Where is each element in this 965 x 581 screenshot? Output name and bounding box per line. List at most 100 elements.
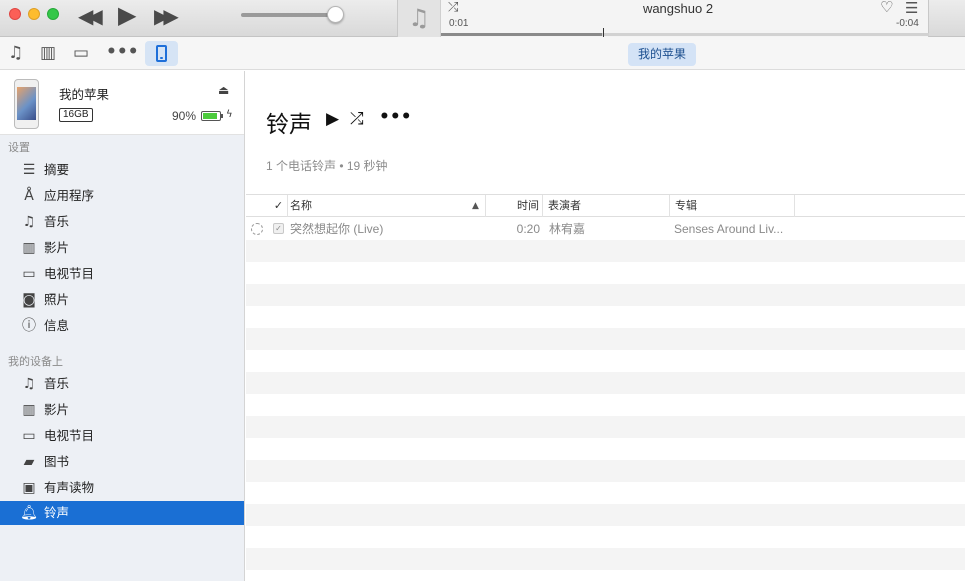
- sidebar-item-device-tv-shows[interactable]: ▭ 电视节目: [0, 424, 244, 448]
- play-icon[interactable]: ▶: [118, 1, 136, 29]
- sidebar-item-tv-shows[interactable]: ▭ 电视节目: [0, 262, 244, 286]
- charging-icon: ϟ: [226, 109, 233, 120]
- sidebar-item-label: 电视节目: [44, 429, 95, 443]
- playback-progress-fill: [441, 33, 603, 36]
- sidebar-item-label: 应用程序: [44, 189, 95, 203]
- zoom-window-button[interactable]: [47, 8, 59, 20]
- sidebar-item-device-music[interactable]: ♫ 音乐: [0, 372, 244, 396]
- empty-row: [246, 394, 965, 416]
- iphone-screen: [17, 87, 36, 120]
- summary-icon: ☰: [22, 162, 36, 178]
- table-row[interactable]: ✓ 突然想起你 (Live) 0:20 林宥嘉 Senses Around Li…: [246, 218, 965, 240]
- info-icon: ⓘ: [22, 318, 36, 334]
- apps-icon: Å: [24, 188, 34, 204]
- sidebar-item-device-ringtones[interactable]: 🔔︎ 铃声: [0, 501, 244, 525]
- device-name: 我的苹果: [59, 88, 110, 102]
- sidebar-item-label: 影片: [44, 403, 70, 417]
- row-checkbox[interactable]: ✓: [273, 223, 284, 234]
- film-icon: ▥: [22, 240, 36, 256]
- battery-fill: [203, 113, 217, 119]
- elapsed-time: 0:01: [449, 18, 469, 29]
- column-header-check[interactable]: ✓: [270, 195, 288, 217]
- minimize-window-button[interactable]: [28, 8, 40, 20]
- sidebar-item-label: 电视节目: [44, 267, 95, 281]
- fast-forward-icon[interactable]: ▶▶: [154, 4, 179, 28]
- film-icon[interactable]: ▥: [40, 43, 56, 63]
- close-window-button[interactable]: [9, 8, 21, 20]
- main-content: 铃声 ▶ ⤮ ••• 1 个电话铃声 • 19 秒钟 ✓ 名称 ▲ 时间 表演者…: [246, 71, 965, 581]
- empty-row: [246, 350, 965, 372]
- sidebar-item-movies[interactable]: ▥ 影片: [0, 236, 244, 260]
- camera-icon: ◙: [22, 292, 36, 308]
- library-toolbar: ♫ ▥ ▭ ••• 我的苹果: [0, 37, 965, 70]
- sidebar-item-apps[interactable]: Å 应用程序: [0, 184, 244, 208]
- now-playing-title: wangshuo 2: [642, 1, 714, 16]
- sidebar-item-summary[interactable]: ☰ 摘要: [0, 158, 244, 182]
- sidebar-item-music[interactable]: ♫ 音乐: [0, 210, 244, 234]
- shuffle-icon[interactable]: ⤮: [448, 0, 458, 15]
- sidebar-item-device-books[interactable]: ▰ 图书: [0, 450, 244, 474]
- column-header-album[interactable]: 专辑: [670, 195, 795, 217]
- music-note-icon[interactable]: ♫: [8, 43, 23, 63]
- playback-progress-bar[interactable]: [441, 33, 929, 36]
- music-note-icon: ♫: [22, 214, 36, 230]
- rewind-icon[interactable]: ◀◀: [78, 4, 103, 28]
- remaining-time: -0:04: [896, 18, 919, 29]
- eject-icon[interactable]: ⏏: [218, 83, 229, 97]
- heart-icon[interactable]: ♡: [880, 0, 893, 16]
- more-icon[interactable]: •••: [106, 42, 139, 62]
- empty-row: [246, 240, 965, 262]
- column-header-name[interactable]: 名称 ▲: [288, 195, 486, 217]
- music-note-icon: ♫: [398, 0, 441, 37]
- sidebar-item-label: 铃声: [44, 506, 70, 520]
- cell-album: Senses Around Liv...: [674, 222, 784, 236]
- volume-knob[interactable]: [327, 6, 344, 23]
- sidebar-item-device-audiobooks[interactable]: ▣ 有声读物: [0, 476, 244, 500]
- section-title-on-device: 我的设备上: [8, 356, 63, 368]
- device-button[interactable]: [145, 41, 178, 66]
- sidebar-item-label: 摘要: [44, 163, 70, 177]
- empty-row: [246, 482, 965, 504]
- cell-time: 0:20: [516, 222, 540, 236]
- sidebar-item-label: 音乐: [44, 377, 70, 391]
- table-header: ✓ 名称 ▲ 时间 表演者 专辑: [246, 194, 965, 217]
- empty-row: [246, 438, 965, 460]
- empty-row: [246, 306, 965, 328]
- column-header-artist[interactable]: 表演者: [543, 195, 670, 217]
- device-header[interactable]: 我的苹果 ⏏ 16GB 90% ϟ: [0, 71, 244, 135]
- play-icon[interactable]: ▶: [326, 109, 339, 129]
- empty-row: [246, 460, 965, 482]
- empty-row: [246, 416, 965, 438]
- sidebar-item-label: 影片: [44, 241, 70, 255]
- device-name-pill[interactable]: 我的苹果: [628, 43, 697, 66]
- more-icon[interactable]: •••: [379, 107, 412, 127]
- page-title: 铃声: [266, 111, 312, 137]
- battery-percent: 90%: [172, 109, 197, 123]
- sort-ascending-icon: ▲: [472, 201, 479, 211]
- up-next-icon[interactable]: ☰: [905, 0, 918, 17]
- battery-icon: [201, 111, 221, 121]
- column-header-time[interactable]: 时间: [486, 195, 543, 217]
- empty-row: [246, 504, 965, 526]
- iphone-image: [14, 79, 39, 129]
- volume-slider[interactable]: [241, 13, 336, 17]
- sidebar-item-photos[interactable]: ◙ 照片: [0, 288, 244, 312]
- empty-row: [246, 262, 965, 284]
- playhead[interactable]: [603, 28, 604, 37]
- capacity-badge: 16GB: [59, 108, 93, 122]
- column-header-name-label: 名称: [290, 200, 312, 212]
- tv-icon: ▭: [22, 266, 36, 282]
- shuffle-icon[interactable]: ⤮: [350, 109, 364, 129]
- empty-row: [246, 548, 965, 570]
- section-title-settings: 设置: [8, 142, 30, 154]
- cell-name: 突然想起你 (Live): [290, 222, 384, 236]
- download-progress-icon: [251, 223, 263, 235]
- sidebar-item-label: 图书: [44, 455, 70, 469]
- empty-row: [246, 526, 965, 548]
- sidebar-item-device-movies[interactable]: ▥ 影片: [0, 398, 244, 422]
- cell-artist: 林宥嘉: [549, 222, 586, 236]
- sidebar: 我的苹果 ⏏ 16GB 90% ϟ 设置 ☰ 摘要 Å 应用程序 ♫ 音乐 ▥ …: [0, 71, 245, 581]
- bell-icon: 🔔︎: [20, 505, 38, 521]
- sidebar-item-info[interactable]: ⓘ 信息: [0, 314, 244, 338]
- tv-icon[interactable]: ▭: [73, 43, 89, 63]
